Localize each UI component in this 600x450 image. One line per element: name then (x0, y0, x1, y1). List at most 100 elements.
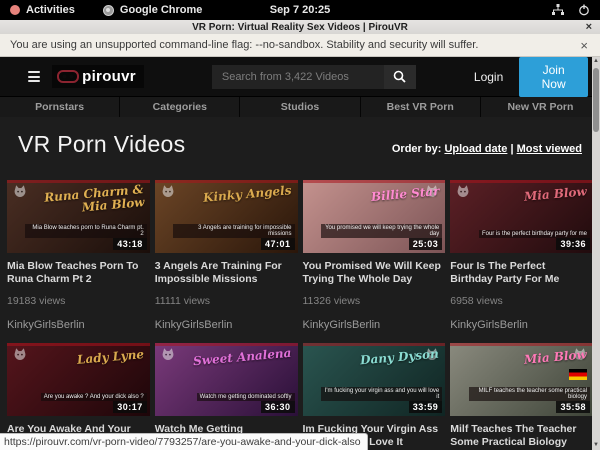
studio-cat-logo-icon (160, 184, 176, 198)
studio-cat-logo-icon (455, 184, 471, 198)
warning-text: You are using an unsupported command-lin… (10, 39, 478, 51)
status-url: https://pirouvr.com/vr-porn-video/779325… (0, 433, 368, 450)
video-views: 11111 views (155, 295, 298, 307)
search-bar (212, 65, 416, 89)
order-upload-date-link[interactable]: Upload date (444, 143, 507, 155)
order-by-control: Order by: Upload date | Most viewed (392, 143, 582, 155)
video-studio-link[interactable]: KinkyGirlsBerlin (7, 319, 150, 331)
video-card[interactable]: Kinky Angels 3 Angels are training for i… (155, 180, 298, 331)
desktop-top-bar: Activities Google Chrome Sep 7 20:25 (0, 0, 600, 20)
studio-cat-logo-icon (160, 347, 176, 361)
page-title: VR Porn Videos (18, 131, 185, 158)
thumb-caption: Four is the perfect birthday party for m… (479, 230, 590, 238)
duration-badge: 25:03 (409, 238, 443, 250)
duration-badge: 43:18 (113, 238, 147, 250)
nav-item-best-vr-porn[interactable]: Best VR Porn (361, 97, 481, 117)
video-studio-link[interactable]: KinkyGirlsBerlin (450, 319, 593, 331)
video-views: 6958 views (450, 295, 593, 307)
thumb-caption: You promised we will keep trying the who… (321, 224, 442, 238)
video-thumbnail[interactable]: Lady Lyne Are you awake ? And your dick … (7, 343, 150, 416)
scrollbar-thumb[interactable] (593, 68, 599, 132)
video-title[interactable]: Mia Blow Teaches Porn To Runa Charm Pt 2 (7, 260, 150, 286)
search-input[interactable] (212, 65, 384, 89)
video-title[interactable]: Milf Teaches The Teacher Some Practical … (450, 423, 593, 449)
video-thumbnail[interactable]: Kinky Angels 3 Angels are training for i… (155, 180, 298, 253)
studio-cat-logo-icon (12, 347, 28, 361)
duration-badge: 36:30 (261, 401, 295, 413)
thumb-overlay-text: Kinky Angels (203, 184, 292, 205)
activities-button[interactable]: Activities (26, 4, 75, 16)
thumb-caption: Mia Blow teaches porn to Runa Charm pt. … (25, 224, 146, 238)
thumb-overlay-text: Dany Dyson (360, 348, 440, 368)
video-studio-link[interactable]: KinkyGirlsBerlin (155, 319, 298, 331)
video-views: 19183 views (7, 295, 150, 307)
video-card[interactable]: Mia Blow MILF teaches the teacher some p… (450, 343, 593, 450)
duration-badge: 39:36 (556, 238, 590, 250)
order-by-label: Order by: (392, 143, 442, 155)
video-thumbnail[interactable]: Mia Blow MILF teaches the teacher some p… (450, 343, 593, 416)
german-flag-icon (569, 369, 587, 380)
power-icon[interactable] (578, 4, 590, 16)
window-title: VR Porn: Virtual Reality Sex Videos | Pi… (192, 22, 408, 33)
site-header: pirouvr Login Join Now (0, 57, 600, 96)
focused-app-label: Google Chrome (120, 4, 203, 16)
video-thumbnail[interactable]: Dany Dyson I'm fucking your virgin ass a… (303, 343, 446, 416)
login-link[interactable]: Login (474, 70, 503, 84)
window-close-icon[interactable]: × (586, 20, 592, 34)
thumb-overlay-text: Mia Blow (524, 185, 588, 203)
nav-item-categories[interactable]: Categories (120, 97, 240, 117)
scrollbar[interactable]: ▲ ▼ (592, 57, 600, 450)
main-nav: PornstarsCategoriesStudiosBest VR PornNe… (0, 96, 600, 117)
video-thumbnail[interactable]: Runa Charm & Mia Blow Mia Blow teaches p… (7, 180, 150, 253)
video-title[interactable]: 3 Angels Are Training For Impossible Mis… (155, 260, 298, 286)
thumb-overlay-text: Runa Charm & Mia Blow (29, 183, 145, 219)
video-card[interactable]: Billie Star You promised we will keep tr… (303, 180, 446, 331)
nav-item-pornstars[interactable]: Pornstars (0, 97, 120, 117)
vr-goggles-icon (57, 70, 79, 83)
chrome-warning-bar: You are using an unsupported command-lin… (0, 34, 600, 57)
thumb-overlay-text: Sweet Analena (193, 347, 292, 369)
page-content: VR Porn Videos Order by: Upload date | M… (0, 117, 600, 450)
scroll-down-icon[interactable]: ▼ (593, 441, 599, 450)
thumb-caption: Are you awake ? And your dick also ? (41, 393, 147, 401)
thumb-caption: Watch me getting dominated softly (197, 393, 295, 401)
studio-cat-logo-icon (12, 184, 28, 198)
thumb-overlay-text: Lady Lyne (76, 348, 144, 367)
site-logo-text: pirouvr (82, 68, 136, 85)
network-icon[interactable] (552, 4, 564, 16)
search-button[interactable] (384, 65, 416, 89)
video-grid: Runa Charm & Mia Blow Mia Blow teaches p… (7, 180, 593, 450)
video-thumbnail[interactable]: Mia Blow Four is the perfect birthday pa… (450, 180, 593, 253)
video-card[interactable]: Mia Blow Four is the perfect birthday pa… (450, 180, 593, 331)
thumb-caption: I'm fucking your virgin ass and you will… (321, 387, 442, 401)
site-logo[interactable]: pirouvr (52, 65, 144, 88)
join-now-button[interactable]: Join Now (519, 57, 588, 97)
scroll-up-icon[interactable]: ▲ (593, 57, 599, 66)
chrome-icon (103, 5, 114, 16)
video-studio-link[interactable]: KinkyGirlsBerlin (303, 319, 446, 331)
video-title[interactable]: Four Is The Perfect Birthday Party For M… (450, 260, 593, 286)
video-thumbnail[interactable]: Sweet Analena Watch me getting dominated… (155, 343, 298, 416)
duration-badge: 30:17 (113, 401, 147, 413)
search-icon (393, 70, 406, 83)
duration-badge: 47:01 (261, 238, 295, 250)
warning-close-icon[interactable]: × (580, 38, 588, 53)
nav-item-new-vr-porn[interactable]: New VR Porn (481, 97, 600, 117)
thumb-overlay-text: Billie Star (370, 185, 439, 204)
video-thumbnail[interactable]: Billie Star You promised we will keep tr… (303, 180, 446, 253)
video-title[interactable]: You Promised We Will Keep Trying The Who… (303, 260, 446, 286)
menu-icon[interactable] (28, 71, 40, 82)
focused-app-indicator[interactable]: Google Chrome (103, 4, 203, 16)
thumb-caption: 3 Angels are training for impossible mis… (173, 224, 294, 238)
thumb-caption: MILF teaches the teacher some practical … (469, 387, 590, 401)
clock[interactable]: Sep 7 20:25 (270, 4, 331, 16)
nav-item-studios[interactable]: Studios (240, 97, 360, 117)
duration-badge: 33:59 (409, 401, 443, 413)
duration-badge: 35:58 (556, 401, 590, 413)
video-views: 11326 views (303, 295, 446, 307)
thumb-overlay-text: Mia Blow (524, 348, 588, 366)
order-most-viewed-link[interactable]: Most viewed (517, 143, 582, 155)
notification-dot-icon (10, 5, 20, 15)
window-title-bar: VR Porn: Virtual Reality Sex Videos | Pi… (0, 20, 600, 34)
video-card[interactable]: Runa Charm & Mia Blow Mia Blow teaches p… (7, 180, 150, 331)
